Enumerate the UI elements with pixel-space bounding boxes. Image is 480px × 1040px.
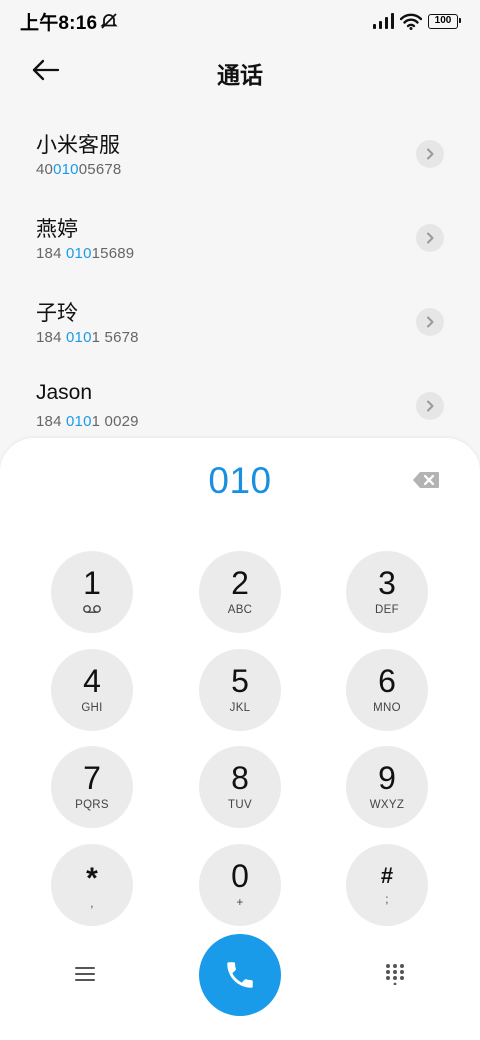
contact-detail-button[interactable]: [416, 140, 444, 168]
key-7[interactable]: 7 PQRS: [51, 746, 133, 828]
backspace-button[interactable]: [412, 471, 442, 491]
key-digit: 3: [378, 565, 396, 601]
contact-name: 燕婷: [36, 218, 78, 241]
key-digit: 7: [83, 760, 101, 796]
contact-list: 小米客服 4001005678 燕婷 184 01015689 子玲 184 0…: [0, 112, 480, 448]
key-letters: GHI: [81, 702, 103, 714]
key-digit: #: [380, 863, 394, 888]
contact-number: 184 0101 0029: [36, 413, 139, 430]
key-digit: *: [86, 862, 98, 895]
number-prefix: 40: [36, 161, 54, 178]
number-match-highlight: 010: [66, 329, 92, 346]
number-suffix: 15689: [91, 245, 135, 262]
number-suffix: 1 0029: [91, 413, 139, 430]
number-prefix: 184: [36, 245, 66, 262]
backspace-icon: [413, 472, 439, 488]
phone-icon: [227, 962, 253, 988]
key-9[interactable]: 9 WXYZ: [346, 746, 428, 828]
menu-icon: [75, 967, 95, 981]
key-3[interactable]: 3 DEF: [346, 551, 428, 633]
key-digit: 4: [83, 663, 101, 699]
key-letters: ,: [90, 898, 94, 910]
key-5[interactable]: 5 JKL: [199, 649, 281, 731]
voicemail-icon: [83, 605, 101, 613]
alarm-muted-icon: [100, 13, 118, 29]
chevron-right-icon: [427, 148, 434, 160]
contact-number: 4001005678: [36, 161, 121, 178]
key-0[interactable]: 0 +: [199, 844, 281, 926]
key-digit: 5: [231, 663, 249, 699]
number-match-highlight: 010: [53, 161, 79, 178]
key-digit: 9: [378, 760, 396, 796]
contact-row[interactable]: 小米客服 4001005678: [0, 112, 480, 196]
menu-button[interactable]: [70, 956, 100, 992]
contact-row[interactable]: 子玲 184 0101 5678: [0, 280, 480, 364]
key-8[interactable]: 8 TUV: [199, 746, 281, 828]
contact-number: 184 0101 5678: [36, 329, 139, 346]
wifi-icon: [400, 13, 422, 30]
contact-detail-button[interactable]: [416, 392, 444, 420]
battery-icon: 100: [428, 13, 461, 29]
key-digit: 8: [231, 760, 249, 796]
status-time: 上午8:16: [20, 12, 98, 34]
contact-name: 子玲: [36, 302, 78, 325]
page-title: 通话: [217, 62, 263, 88]
key-sub: [82, 604, 102, 618]
key-6[interactable]: 6 MNO: [346, 649, 428, 731]
keypad-icon: [386, 964, 404, 985]
key-2[interactable]: 2 ABC: [199, 551, 281, 633]
contact-detail-button[interactable]: [416, 308, 444, 336]
number-suffix: 05678: [78, 161, 122, 178]
key-digit: 1: [83, 565, 101, 601]
key-4[interactable]: 4 GHI: [51, 649, 133, 731]
contact-row[interactable]: 燕婷 184 01015689: [0, 196, 480, 280]
number-match-highlight: 010: [66, 245, 92, 262]
key-digit: 6: [378, 663, 396, 699]
key-letters: ;: [385, 894, 389, 906]
keypad-toggle-button[interactable]: [379, 956, 411, 992]
key-letters: DEF: [375, 604, 399, 616]
contact-row[interactable]: Jason 184 0101 0029: [0, 364, 480, 448]
key-letters: WXYZ: [369, 799, 405, 811]
signal-icon: [373, 13, 394, 29]
key-star[interactable]: * ,: [51, 844, 133, 926]
chevron-right-icon: [427, 232, 434, 244]
status-left: 上午8:16: [20, 8, 118, 35]
key-letters: PQRS: [75, 799, 109, 811]
status-bar: 上午8:16 100: [0, 0, 480, 42]
key-letters: ABC: [227, 604, 253, 616]
number-prefix: 184: [36, 329, 66, 346]
dial-number-display[interactable]: 010: [0, 460, 480, 502]
number-suffix: 1 5678: [91, 329, 139, 346]
contact-name: 小米客服: [36, 134, 120, 157]
status-right: 100: [372, 13, 461, 30]
key-letters: +: [236, 897, 244, 909]
battery-level: 100: [434, 14, 452, 26]
key-digit: 2: [231, 565, 249, 601]
contact-detail-button[interactable]: [416, 224, 444, 252]
chevron-right-icon: [427, 400, 434, 412]
key-1[interactable]: 1: [51, 551, 133, 633]
number-prefix: 184: [36, 413, 66, 430]
key-letters: TUV: [228, 799, 252, 811]
key-letters: JKL: [229, 702, 251, 714]
contact-number: 184 01015689: [36, 245, 134, 262]
call-button[interactable]: [199, 934, 281, 1016]
key-hash[interactable]: # ;: [346, 844, 428, 926]
header: 通话: [0, 42, 480, 98]
chevron-right-icon: [427, 316, 434, 328]
contact-name: Jason: [36, 381, 93, 404]
number-match-highlight: 010: [66, 413, 92, 430]
key-digit: 0: [231, 858, 249, 894]
key-letters: MNO: [373, 702, 401, 714]
